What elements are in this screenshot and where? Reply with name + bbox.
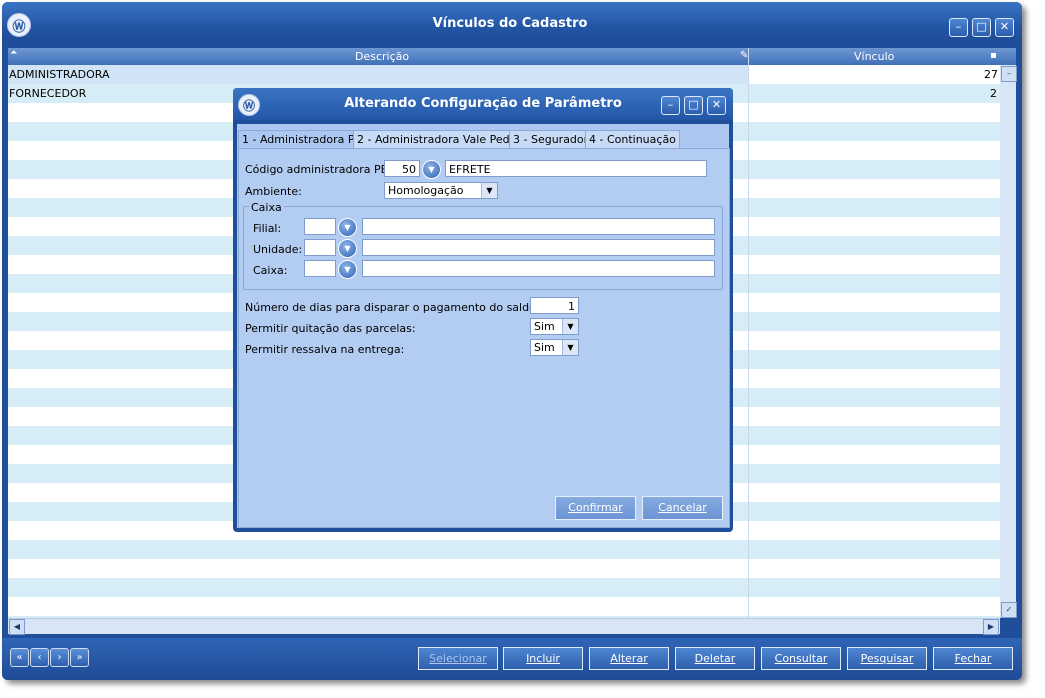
chevron-down-icon[interactable]: ▼ (562, 319, 578, 334)
next-record-icon[interactable]: › (50, 648, 69, 667)
filial-input[interactable] (304, 218, 336, 235)
quitacao-label: Permitir quitação das parcelas: (245, 322, 416, 335)
filial-lookup-icon[interactable]: ▼ (338, 218, 357, 237)
pesquisar-button[interactable]: Pesquisar (847, 647, 927, 670)
codigo-desc-field: EFRETE (445, 160, 707, 177)
chevron-down-icon[interactable]: ▼ (481, 183, 497, 198)
dias-input[interactable]: 1 (530, 297, 579, 314)
scroll-up-icon[interactable]: – (1001, 66, 1017, 82)
sort-icon[interactable]: ⏶ (10, 48, 17, 58)
quitacao-select[interactable]: Sim ▼ (530, 318, 579, 335)
caixa-group-title: Caixa (249, 201, 284, 214)
dialog-close-button[interactable]: ✕ (707, 96, 726, 115)
scroll-left-icon[interactable]: ◀ (9, 619, 25, 635)
codigo-lookup-icon[interactable]: ▼ (422, 160, 441, 179)
filial-desc-field (362, 218, 715, 235)
confirmar-button[interactable]: Confirmar (555, 496, 636, 520)
ambiente-label: Ambiente: (245, 185, 302, 198)
fechar-button[interactable]: Fechar (933, 647, 1013, 670)
row-2-descricao[interactable]: FORNECEDOR (9, 87, 86, 100)
deletar-button[interactable]: Deletar (675, 647, 755, 670)
unidade-desc-field (362, 239, 715, 256)
column-descricao[interactable]: Descrição (355, 50, 409, 63)
chevron-down-icon[interactable]: ▼ (562, 340, 578, 355)
ambiente-value: Homologação (388, 184, 464, 197)
codigo-input[interactable]: 50 (384, 160, 420, 177)
column-divider (748, 48, 749, 620)
previous-record-icon[interactable]: ‹ (30, 648, 49, 667)
ambiente-select[interactable]: Homologação ▼ (384, 182, 498, 199)
ressalva-label: Permitir ressalva na entrega: (245, 343, 405, 356)
unidade-input[interactable] (304, 239, 336, 256)
unidade-lookup-icon[interactable]: ▼ (338, 239, 357, 258)
tab-continuacao[interactable]: 4 - Continuação (585, 130, 680, 149)
column-settings-icon[interactable]: ▪ (990, 50, 997, 61)
quitacao-value: Sim (534, 320, 555, 333)
scroll-right-icon[interactable]: ▶ (983, 619, 999, 635)
caixa-desc-field (362, 260, 715, 277)
row-1-descricao[interactable]: ADMINISTRADORA (9, 68, 109, 81)
dialog-title: Alterando Configuração de Parâmetro (344, 96, 622, 111)
ressalva-value: Sim (534, 341, 555, 354)
vertical-scrollbar[interactable] (1000, 65, 1016, 618)
caixa-input[interactable] (304, 260, 336, 277)
dialog-minimize-button[interactable]: – (661, 96, 680, 115)
scroll-down-icon[interactable]: ✓ (1001, 602, 1017, 618)
last-record-icon[interactable]: » (70, 648, 89, 667)
ressalva-select[interactable]: Sim ▼ (530, 339, 579, 356)
incluir-button[interactable]: Incluir (503, 647, 583, 670)
caixa-label: Caixa: (253, 264, 288, 277)
selected-row-highlight (8, 65, 748, 84)
window-title: Vínculos do Cadastro (432, 16, 588, 31)
first-record-icon[interactable]: « (10, 648, 29, 667)
filial-label: Filial: (253, 222, 282, 235)
minimize-button[interactable]: – (949, 18, 968, 37)
row-1-vinculo[interactable]: 27 (984, 68, 998, 81)
dialog-maximize-button[interactable]: □ (684, 96, 703, 115)
consultar-button[interactable]: Consultar (761, 647, 841, 670)
close-button[interactable]: ✕ (995, 18, 1014, 37)
unidade-label: Unidade: (253, 243, 303, 256)
cancelar-button[interactable]: Cancelar (642, 496, 723, 520)
maximize-button[interactable]: □ (972, 18, 991, 37)
tab-panel (238, 148, 730, 528)
codigo-label: Código administradora PEF: (245, 163, 397, 176)
grid-header: ⏶ Descrição ✎ Vínculo ▪ (8, 48, 1016, 65)
dias-label: Número de dias para disparar o pagamento… (245, 301, 567, 314)
horizontal-scrollbar[interactable] (8, 618, 1000, 634)
row-2-vinculo[interactable]: 2 (990, 87, 997, 100)
caixa-lookup-icon[interactable]: ▼ (338, 260, 357, 279)
alterar-button[interactable]: Alterar (589, 647, 669, 670)
selecionar-button[interactable]: Selecionar (418, 647, 498, 670)
column-vinculo[interactable]: Vínculo (854, 50, 894, 63)
tab-administradora-pef[interactable]: 1 - Administradora PEF (238, 130, 372, 148)
